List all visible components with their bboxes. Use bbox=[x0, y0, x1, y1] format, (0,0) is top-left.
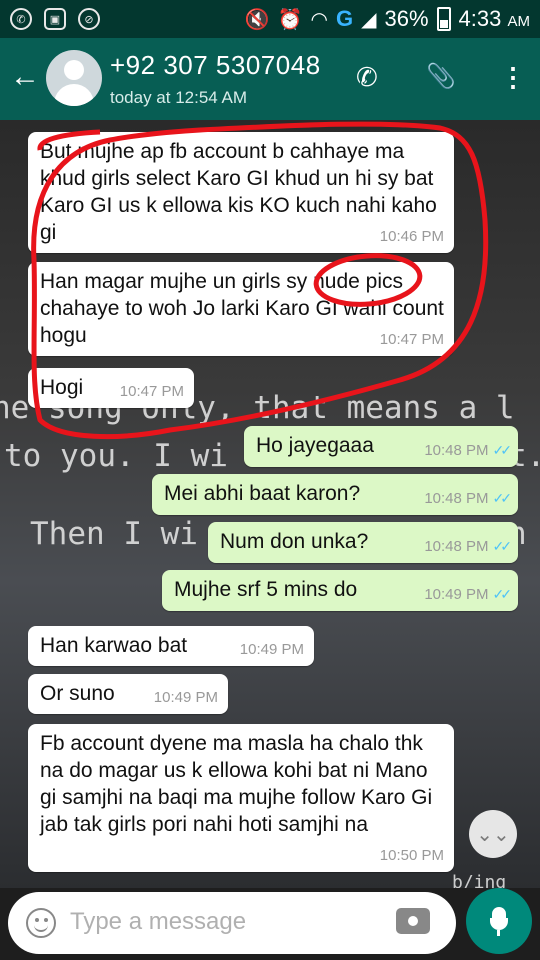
message-text: Mei abhi baat karon? bbox=[164, 482, 361, 505]
alarm-icon: ⏰ bbox=[277, 8, 303, 31]
message-time: 10:46 PM bbox=[379, 228, 444, 245]
phone-call-icon[interactable]: ✆ bbox=[356, 62, 378, 92]
message-time: 10:49 PM bbox=[239, 641, 304, 658]
whatsapp-icon: ✆ bbox=[10, 8, 32, 30]
mic-button[interactable] bbox=[466, 888, 532, 954]
message-incoming[interactable]: Han magar mujhe un girls sy nude pics ch… bbox=[28, 262, 454, 356]
read-ticks-icon: ✓✓ bbox=[492, 442, 513, 458]
message-outgoing[interactable]: Mujhe srf 5 mins do 10:49 PM ✓✓ bbox=[162, 570, 518, 611]
read-ticks-icon: ✓✓ bbox=[492, 490, 513, 506]
message-input[interactable]: Type a message bbox=[8, 892, 456, 954]
scroll-to-bottom-button[interactable]: ⌄⌄ bbox=[469, 810, 517, 858]
input-bar: Type a message bbox=[0, 888, 540, 960]
message-incoming[interactable]: Fb account dyene ma masla ha chalo thk n… bbox=[28, 724, 454, 872]
avatar[interactable] bbox=[46, 50, 102, 106]
message-outgoing[interactable]: Num don unka? 10:48 PM ✓✓ bbox=[208, 522, 518, 563]
back-arrow-icon[interactable]: ← bbox=[10, 62, 40, 92]
last-seen: today at 12:54 AM bbox=[110, 88, 248, 107]
wifi-icon: ◠ bbox=[310, 8, 328, 31]
message-time: 10:48 PM ✓✓ bbox=[424, 442, 513, 459]
battery-icon bbox=[436, 7, 451, 31]
status-bar: ✆ ▣ ⊘ 🔇 ⏰ ◠ G ◢ 36% 4:33 AM bbox=[0, 0, 540, 38]
read-ticks-icon: ✓✓ bbox=[492, 586, 513, 602]
chat-header: ← +92 307 5307048 today at 12:54 AM ✆ 📎 … bbox=[0, 38, 540, 120]
wallpaper-text: b/ing bbox=[452, 872, 507, 888]
message-text: Or suno bbox=[40, 682, 115, 705]
camera-icon[interactable] bbox=[396, 908, 430, 934]
message-outgoing[interactable]: Mei abhi baat karon? 10:48 PM ✓✓ bbox=[152, 474, 518, 515]
emoji-icon[interactable] bbox=[26, 908, 56, 938]
message-incoming[interactable]: Or suno 10:49 PM bbox=[28, 674, 228, 714]
message-placeholder[interactable]: Type a message bbox=[70, 908, 246, 936]
message-text: Num don unka? bbox=[220, 530, 369, 553]
message-incoming[interactable]: But mujhe ap fb account b cahhaye ma khu… bbox=[28, 132, 454, 253]
chat-area[interactable]: he song only, that means a l to you. I w… bbox=[0, 120, 540, 888]
message-outgoing[interactable]: Ho jayegaaa 10:48 PM ✓✓ bbox=[244, 426, 518, 467]
message-text: But mujhe ap fb account b cahhaye ma khu… bbox=[40, 140, 437, 244]
message-text: Mujhe srf 5 mins do bbox=[174, 578, 358, 601]
read-ticks-icon: ✓✓ bbox=[492, 538, 513, 554]
menu-icon[interactable]: ⋮ bbox=[500, 62, 526, 92]
message-time: 10:47 PM bbox=[119, 383, 184, 400]
attachment-icon[interactable]: 📎 bbox=[426, 62, 456, 92]
signal-icon: ◢ bbox=[361, 8, 377, 31]
gallery-icon: ▣ bbox=[44, 8, 66, 30]
message-text: Han karwao bat bbox=[40, 634, 188, 657]
message-time: 10:49 PM bbox=[153, 689, 218, 706]
contact-name[interactable]: +92 307 5307048 bbox=[110, 50, 321, 81]
message-text: Fb account dyene ma masla ha chalo thk n… bbox=[40, 732, 433, 836]
message-incoming[interactable]: Han karwao bat 10:49 PM bbox=[28, 626, 314, 666]
message-time: 10:49 PM ✓✓ bbox=[424, 586, 513, 603]
block-icon: ⊘ bbox=[78, 8, 100, 30]
message-time: 10:48 PM ✓✓ bbox=[424, 490, 513, 507]
wallpaper-text: to you. I wi bbox=[4, 438, 228, 474]
wallpaper-text: Then I wi bbox=[30, 516, 198, 552]
message-text: Ho jayegaaa bbox=[256, 434, 374, 457]
mute-icon: 🔇 bbox=[244, 8, 270, 31]
message-time: 10:48 PM ✓✓ bbox=[424, 538, 513, 555]
battery-percent: 36% bbox=[384, 6, 429, 31]
network-type: G bbox=[335, 6, 354, 31]
message-time: 10:47 PM bbox=[379, 331, 444, 348]
message-text: Hogi bbox=[40, 376, 84, 399]
clock: 4:33 AM bbox=[458, 6, 530, 31]
message-incoming[interactable]: Hogi 10:47 PM bbox=[28, 368, 194, 408]
message-time: 10:50 PM bbox=[379, 847, 444, 864]
